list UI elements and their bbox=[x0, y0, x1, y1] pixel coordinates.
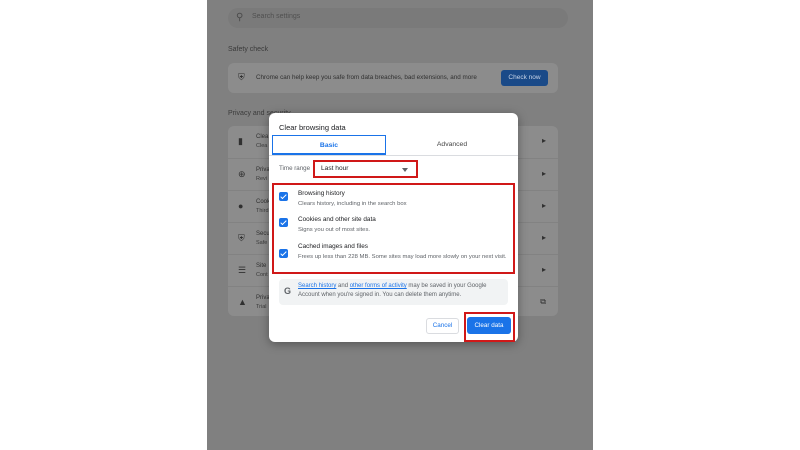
trash-icon: ▮ bbox=[238, 136, 243, 146]
row-subtitle: Clea bbox=[256, 143, 268, 149]
external-link-icon: ⧉ bbox=[540, 297, 546, 306]
option-description: Signs you out of most sites. bbox=[298, 227, 371, 233]
option-description: Frees up less than 228 MB. Some sites ma… bbox=[298, 254, 507, 260]
cancel-button[interactable]: Cancel bbox=[426, 318, 459, 334]
tab-basic[interactable]: Basic bbox=[272, 135, 386, 155]
search-placeholder: Search settings bbox=[252, 13, 301, 20]
site-settings-icon: ☰ bbox=[238, 265, 247, 275]
flask-icon: ▲ bbox=[238, 297, 247, 307]
option-title: Cookies and other site data bbox=[298, 216, 376, 223]
chevron-right-icon: ▸ bbox=[541, 265, 546, 274]
data-options: Browsing history Clears history, includi… bbox=[272, 183, 515, 274]
google-note-text: Search history and other forms of activi… bbox=[298, 282, 503, 300]
cached-images-checkbox[interactable] bbox=[279, 249, 288, 258]
option-description: Clears history, including in the search … bbox=[298, 201, 407, 207]
row-subtitle: Safe bbox=[256, 240, 268, 246]
row-subtitle: Cont bbox=[256, 272, 268, 278]
shield-icon: ⛨ bbox=[238, 233, 245, 243]
shield-icon: ⛨ bbox=[238, 72, 245, 82]
row-title: Secu bbox=[256, 231, 270, 237]
search-icon: ⚲ bbox=[236, 12, 244, 23]
row-subtitle: Trial bbox=[256, 304, 267, 310]
cookie-icon: ● bbox=[238, 201, 244, 211]
row-title: Cook bbox=[256, 199, 271, 205]
check-now-button[interactable]: Check now bbox=[501, 70, 548, 86]
safety-check-card: ⛨ Chrome can help keep you safe from dat… bbox=[228, 63, 558, 93]
search-settings-input[interactable]: ⚲ Search settings bbox=[228, 8, 568, 28]
google-account-note: G Search history and other forms of acti… bbox=[279, 279, 508, 305]
clear-data-button[interactable]: Clear data bbox=[467, 317, 511, 334]
row-title: Priva bbox=[256, 167, 270, 173]
safety-check-title: Safety check bbox=[228, 46, 269, 53]
time-range-label: Time range bbox=[279, 165, 311, 172]
other-activity-link[interactable]: other forms of activity bbox=[350, 283, 407, 289]
cookies-checkbox[interactable] bbox=[279, 218, 288, 227]
time-range-value: Last hour bbox=[321, 165, 349, 172]
chevron-right-icon: ▸ bbox=[541, 233, 546, 242]
option-title: Browsing history bbox=[298, 190, 345, 197]
row-title: Site bbox=[256, 263, 267, 269]
browsing-history-checkbox[interactable] bbox=[279, 192, 288, 201]
option-title: Cached images and files bbox=[298, 243, 368, 250]
google-icon: G bbox=[284, 286, 292, 296]
clear-browsing-data-dialog: Clear browsing data Basic Advanced Time … bbox=[269, 113, 518, 342]
chevron-right-icon: ▸ bbox=[541, 169, 546, 178]
chevron-right-icon: ▸ bbox=[541, 136, 546, 145]
safety-check-text: Chrome can help keep you safe from data … bbox=[256, 74, 477, 81]
chevron-right-icon: ▸ bbox=[541, 201, 546, 210]
tab-advanced[interactable]: Advanced bbox=[389, 135, 515, 155]
row-subtitle: Third bbox=[256, 208, 269, 214]
chevron-down-icon bbox=[402, 168, 408, 172]
row-title: Priva bbox=[256, 295, 270, 301]
row-subtitle: Revi bbox=[256, 176, 268, 182]
row-title: Clea bbox=[256, 134, 269, 140]
tab-divider bbox=[269, 155, 518, 156]
note-connector: and bbox=[336, 283, 350, 289]
dialog-title: Clear browsing data bbox=[279, 123, 346, 132]
time-range-select[interactable]: Last hour bbox=[313, 160, 418, 178]
privacy-guide-icon: ⊕ bbox=[238, 169, 246, 179]
search-history-link[interactable]: Search history bbox=[298, 283, 336, 289]
